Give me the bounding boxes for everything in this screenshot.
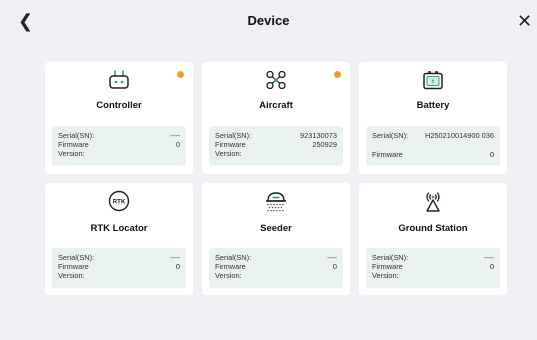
serial-value: H250210014900 036 [424,131,494,140]
device-card-controller[interactable]: Controller Serial(SN): ---- Firmware Ver… [45,62,193,174]
firmware-label: Firmware [58,140,89,149]
version-label: Version: [58,149,85,158]
ground-station-icon [421,190,445,212]
firmware-label: Firmware [372,262,403,271]
serial-value: ---- [170,131,180,140]
device-info-panel: Serial(SN): ---- Firmware Version: 0 [209,248,343,288]
status-dot [177,71,184,78]
seeder-icon [264,190,288,212]
page-title: Device [247,13,290,28]
device-name: Seeder [260,223,292,234]
serial-label: Serial(SN): [372,253,409,262]
firmware-value: 0 [175,262,180,271]
version-label: Version: [215,149,242,158]
firmware-label: Firmware [215,140,246,149]
serial-value: ---- [170,253,180,262]
device-grid: Controller Serial(SN): ---- Firmware Ver… [45,62,507,295]
version-label: Version: [215,271,242,280]
device-name: Battery [416,100,450,111]
device-info-panel: Serial(SN): ---- Firmware Version: 0 [52,248,186,288]
header-bar: ❮ Device ✕ [0,0,537,44]
firmware-value: 0 [489,150,494,159]
battery-icon [421,69,445,91]
serial-label: Serial(SN): [215,131,252,140]
device-name: Controller [96,100,142,111]
device-card-seeder[interactable]: Seeder Serial(SN): ---- Firmware Version… [202,183,350,295]
status-dot [334,71,341,78]
device-card-ground-station[interactable]: Ground Station Serial(SN): ---- Firmware… [359,183,507,295]
serial-label: Serial(SN): [58,131,95,140]
serial-label: Serial(SN): [58,253,95,262]
drone-icon [264,69,288,91]
close-button[interactable]: ✕ [517,12,533,32]
firmware-value: 0 [332,262,337,271]
device-card-aircraft[interactable]: Aircraft Serial(SN): 923130073 Firmware … [202,62,350,174]
device-card-rtk-locator[interactable]: RTK RTK Locator Serial(SN): ---- Firmwar… [45,183,193,295]
firmware-value: 250929 [312,140,337,149]
firmware-label: Firmware [215,262,246,271]
device-name: RTK Locator [90,223,148,234]
svg-text:RTK: RTK [113,198,126,205]
device-name: Ground Station [398,223,468,234]
serial-value: 923130073 [300,131,337,140]
serial-value: ---- [327,253,337,262]
firmware-label: Firmware [58,262,89,271]
device-info-panel: Serial(SN): H250210014900 036 Firmware 0 [366,126,500,166]
version-label: Version: [372,271,399,280]
serial-label: Serial(SN): [215,253,252,262]
device-name: Aircraft [259,100,293,111]
device-info-panel: Serial(SN): ---- Firmware Version: 0 [366,248,500,288]
device-card-battery[interactable]: Battery Serial(SN): H250210014900 036 Fi… [359,62,507,174]
rtk-icon: RTK [107,190,131,212]
device-info-panel: Serial(SN): ---- Firmware Version: 0 [52,126,186,166]
firmware-value: 0 [175,140,180,149]
firmware-label: Firmware [372,150,403,159]
serial-label: Serial(SN): [372,131,409,140]
firmware-value: 0 [489,262,494,271]
device-info-panel: Serial(SN): 923130073 Firmware Version: … [209,126,343,166]
version-label: Version: [58,271,85,280]
controller-icon [107,69,131,91]
serial-value: ---- [484,253,494,262]
